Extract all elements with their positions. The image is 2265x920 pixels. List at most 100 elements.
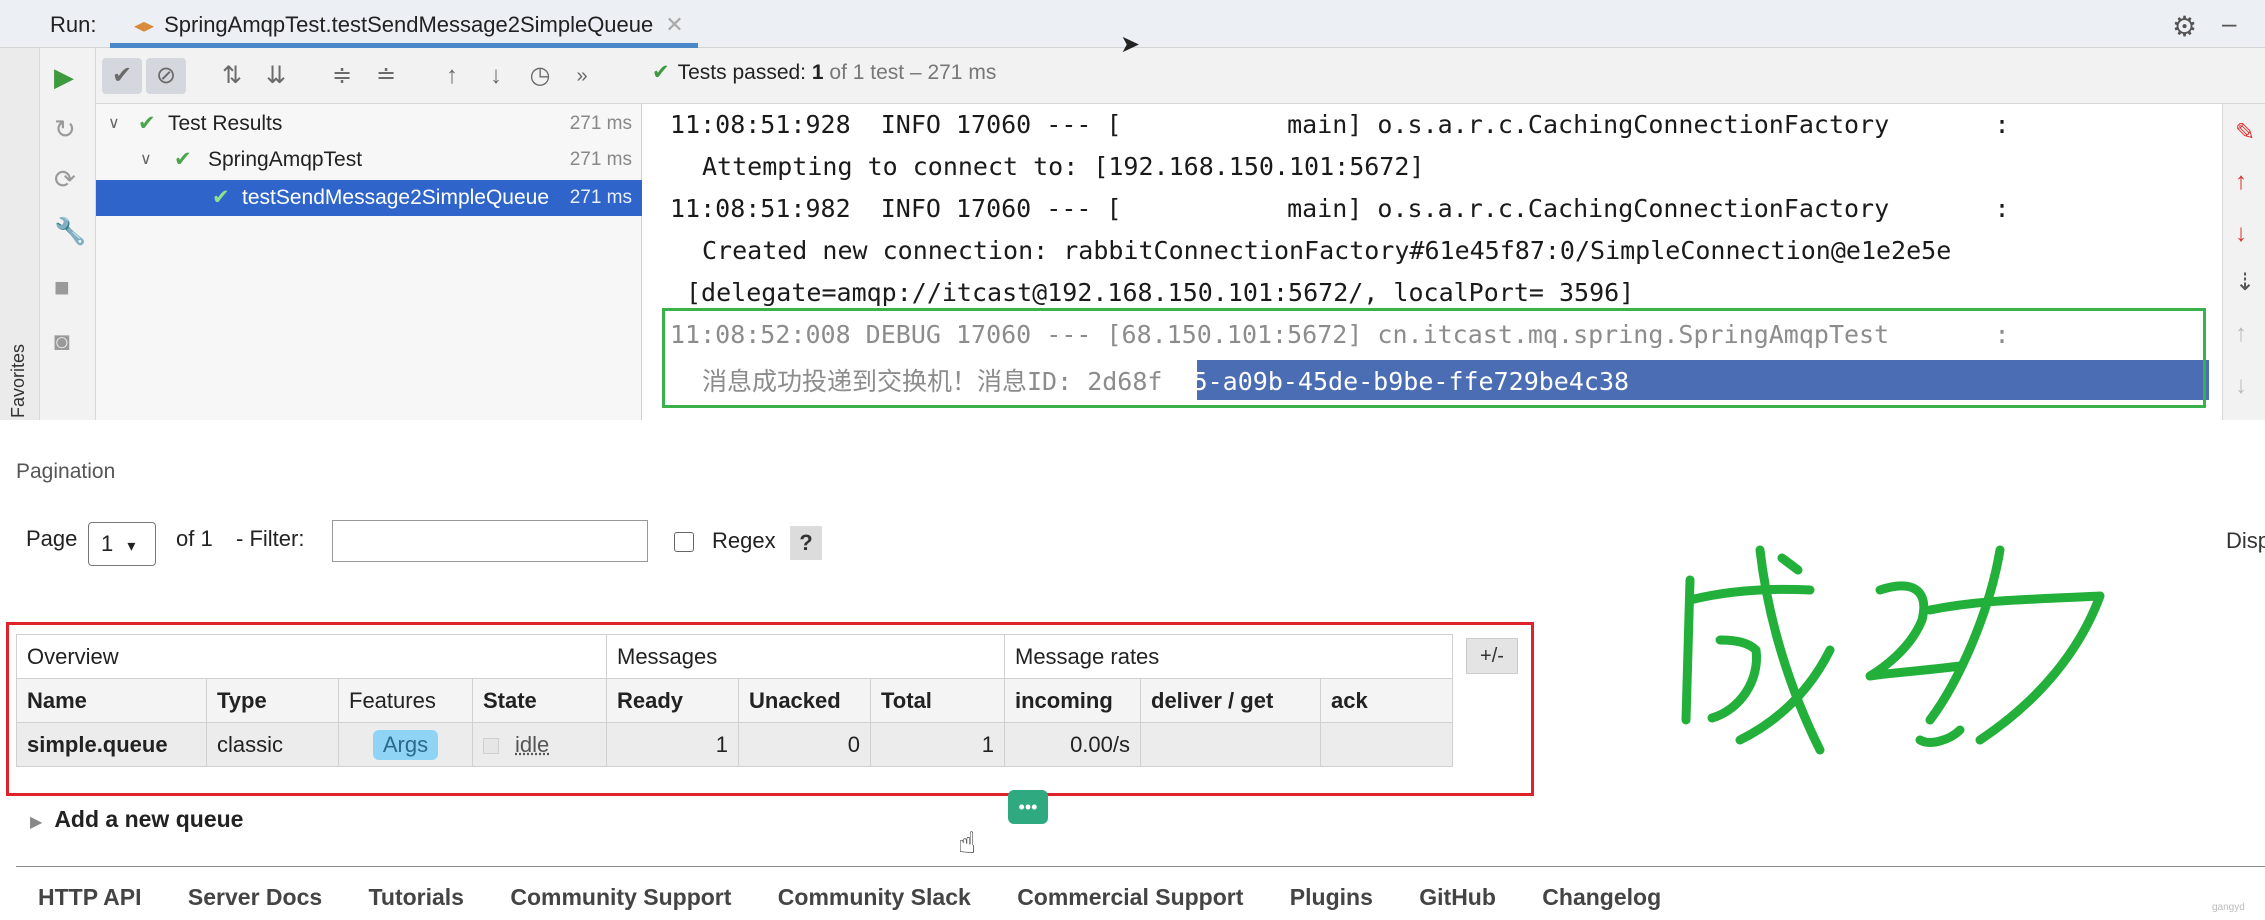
toggle-auto-test-icon[interactable]: ⟳	[54, 164, 76, 195]
queue-state: idle	[472, 722, 607, 767]
expand-all-icon[interactable]: ≑	[322, 58, 362, 94]
chevron-down-icon[interactable]: ∨	[140, 142, 152, 178]
col-deliver-get[interactable]: deliver / get	[1140, 678, 1321, 723]
footer-link-community-slack[interactable]: Community Slack	[778, 884, 971, 910]
sort-duration-icon[interactable]: ⇊	[256, 58, 296, 94]
ide-run-panel: Run: ◂▸ SpringAmqpTest.testSendMessage2Si…	[0, 0, 2265, 420]
check-icon: ✔	[174, 148, 192, 171]
prev-icon[interactable]: ↑	[432, 58, 472, 94]
console-line: 11:08:51:982 INFO 17060 --- [ main] o.s.…	[670, 194, 2010, 223]
help-button[interactable]: ?	[790, 526, 822, 560]
tree-item-test-results[interactable]: ∨ ✔ Test Results 271 ms	[96, 106, 642, 142]
args-badge[interactable]: Args	[372, 729, 439, 760]
rerun-failed-icon[interactable]: ↻	[54, 114, 76, 145]
regex-label: Regex	[712, 528, 776, 553]
console-line: Created new connection: rabbitConnection…	[702, 236, 1952, 265]
run-label: Run:	[50, 12, 97, 37]
up-arrow-icon[interactable]: ↑	[2235, 168, 2247, 196]
camera-icon[interactable]: ◙	[54, 326, 70, 357]
col-ack[interactable]: ack	[1320, 678, 1453, 723]
chat-icon[interactable]: •••	[1008, 790, 1048, 824]
queue-ack	[1320, 722, 1453, 767]
queue-deliver-get	[1140, 722, 1321, 767]
group-message-rates: Message rates	[1004, 634, 1453, 679]
next-icon[interactable]: ↓	[476, 58, 516, 94]
down-arrow-icon[interactable]: ↓	[2235, 220, 2247, 248]
check-icon: ✔	[212, 186, 230, 209]
queue-ready: 1	[606, 722, 739, 767]
footer-link-github[interactable]: GitHub	[1419, 884, 1496, 910]
queues-table: Overview Messages Message rates Name Typ…	[16, 634, 1453, 767]
test-results-tree: ∨ ✔ Test Results 271 ms ∨ ✔ SpringAmqpTe…	[96, 104, 642, 420]
console-line: Attempting to connect to: [192.168.150.1…	[702, 152, 1425, 181]
check-icon: ✔	[138, 112, 156, 135]
right-toolbar: ✎ ↑ ↓ ⇣ ↑ ↓	[2222, 104, 2265, 420]
tree-item-test-method[interactable]: ✔ testSendMessage2SimpleQueue 271 ms	[96, 180, 642, 216]
console-line: [delegate=amqp://itcast@192.168.150.101:…	[686, 278, 1635, 307]
column-toggle-button[interactable]: +/-	[1466, 638, 1518, 674]
stop-filter-icon[interactable]: ⊘	[146, 58, 186, 94]
state-indicator	[483, 737, 499, 754]
checkmark-filter-icon[interactable]: ✔	[102, 58, 142, 94]
footer-link-tutorials[interactable]: Tutorials	[369, 884, 464, 910]
footer-link-http-api[interactable]: HTTP API	[38, 884, 142, 910]
test-run-icon: ◂▸	[134, 15, 155, 37]
table-row[interactable]: simple.queue classic Args idle 1 0 1 0.0…	[16, 722, 1453, 767]
add-queue-toggle[interactable]: ▶ Add a new queue	[30, 806, 243, 833]
col-type[interactable]: Type	[206, 678, 339, 723]
col-unacked[interactable]: Unacked	[738, 678, 871, 723]
more-icon[interactable]: »	[562, 58, 602, 94]
footer-divider	[16, 866, 2265, 867]
chevron-down-icon[interactable]: ∨	[108, 106, 120, 142]
display-label: Disp	[2226, 528, 2265, 553]
wrench-icon[interactable]: 🔧	[54, 216, 86, 247]
col-features[interactable]: Features	[338, 678, 473, 723]
queue-name-link[interactable]: simple.queue	[16, 722, 207, 767]
footer-link-community-support[interactable]: Community Support	[510, 884, 731, 910]
check-icon: ✔	[652, 61, 670, 84]
close-icon[interactable]: ✕	[665, 12, 683, 37]
regex-checkbox[interactable]	[674, 532, 694, 552]
scroll-up-icon[interactable]: ↑	[2235, 320, 2247, 348]
footer-link-server-docs[interactable]: Server Docs	[188, 884, 322, 910]
group-overview: Overview	[16, 634, 607, 679]
queue-incoming-rate: 0.00/s	[1004, 722, 1141, 767]
tree-item-springamqptest[interactable]: ∨ ✔ SpringAmqpTest 271 ms	[96, 142, 642, 178]
chevron-right-icon: ▶	[30, 814, 43, 831]
run-tab-label: SpringAmqpTest.testSendMessage2SimpleQue…	[164, 12, 654, 37]
footer-link-plugins[interactable]: Plugins	[1290, 884, 1373, 910]
page-count: of 1	[176, 526, 213, 551]
sort-alpha-icon[interactable]: ⇅	[212, 58, 252, 94]
collapse-all-icon[interactable]: ≐	[366, 58, 406, 94]
favorites-label[interactable]: Favorites	[8, 344, 29, 418]
stop-icon[interactable]: ■	[54, 272, 70, 303]
run-icon[interactable]: ▶	[54, 62, 74, 93]
soft-wrap-icon[interactable]: ⇣	[2235, 268, 2255, 297]
queue-total: 1	[870, 722, 1005, 767]
footer-link-commercial-support[interactable]: Commercial Support	[1017, 884, 1243, 910]
scroll-down-icon[interactable]: ↓	[2235, 372, 2247, 400]
clear-icon[interactable]: ✎	[2235, 118, 2255, 147]
col-total[interactable]: Total	[870, 678, 1005, 723]
mouse-pointer-icon: ➤	[1120, 31, 1141, 58]
filter-label: - Filter:	[236, 526, 305, 551]
col-state[interactable]: State	[472, 678, 607, 723]
hand-cursor-icon: ☝	[958, 827, 977, 860]
test-toolbar: ✔ ⊘ ⇅ ⇊ ≑ ≐ ↑ ↓ ◷ » ✔ Tests passed: 1 of …	[96, 48, 2265, 104]
col-incoming[interactable]: incoming	[1004, 678, 1141, 723]
footer-link-changelog[interactable]: Changelog	[1542, 884, 1661, 910]
page-label: Page	[26, 526, 78, 551]
minimize-icon[interactable]: –	[2222, 8, 2236, 39]
chevron-down-icon: ▾	[127, 538, 136, 555]
col-ready[interactable]: Ready	[606, 678, 739, 723]
gear-icon[interactable]: ⚙	[2172, 10, 2197, 43]
filter-input[interactable]	[332, 520, 648, 562]
run-tab[interactable]: ◂▸ SpringAmqpTest.testSendMessage2SimpleQ…	[110, 0, 698, 48]
highlight-box	[662, 308, 2206, 408]
col-name[interactable]: Name	[16, 678, 207, 723]
page-select[interactable]: 1 ▾	[88, 522, 156, 566]
history-icon[interactable]: ◷	[520, 58, 560, 94]
left-toolbar: ▶ ↻ ⟳ 🔧 ■ ◙	[40, 48, 96, 420]
queue-unacked: 0	[738, 722, 871, 767]
queue-type: classic	[206, 722, 339, 767]
